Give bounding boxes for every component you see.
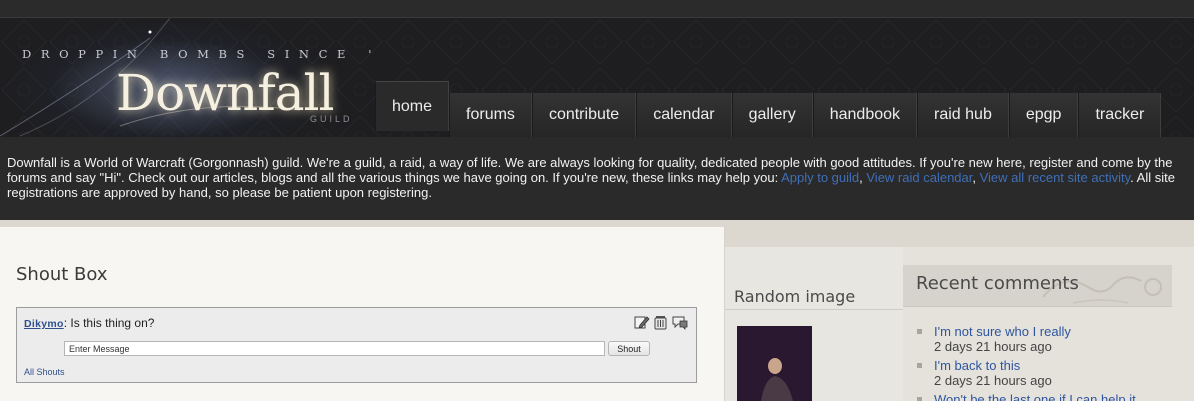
nav-tracker[interactable]: tracker (1078, 93, 1162, 137)
divider (725, 309, 903, 310)
page: DROPPIN BOMBS SINCE '04 Downfall GUILD h… (0, 0, 1194, 401)
apply-to-guild-link[interactable]: Apply to guild (781, 170, 859, 185)
edit-icon[interactable] (633, 314, 650, 330)
logo-tagline: DROPPIN BOMBS SINCE '04 (22, 47, 375, 61)
random-image-title: Random image (734, 287, 856, 306)
random-image-column: Random image (725, 247, 903, 401)
comment-date: 2 days 21 hours ago (934, 373, 1052, 388)
shoutbox-panel: Dikymo: Is this thing on? Shout All (16, 307, 697, 383)
site-logo[interactable]: DROPPIN BOMBS SINCE '04 Downfall GUILD (0, 18, 375, 137)
nav-handbook[interactable]: handbook (812, 93, 918, 137)
shout-author-link[interactable]: Dikymo (24, 318, 64, 330)
intro-text: Downfall is a World of Warcraft (Gorgonn… (0, 137, 1194, 220)
nav-calendar[interactable]: calendar (636, 93, 732, 137)
site-header: DROPPIN BOMBS SINCE '04 Downfall GUILD h… (0, 18, 1194, 137)
view-raid-calendar-link[interactable]: View raid calendar (866, 170, 972, 185)
shout-entry: Dikymo: Is this thing on? (24, 316, 154, 330)
delete-icon[interactable] (652, 314, 669, 330)
main-nav: home forums contribute calendar gallery … (375, 81, 1162, 137)
nav-gallery[interactable]: gallery (731, 93, 813, 137)
shout-button[interactable]: Shout (608, 341, 650, 356)
nav-epgp[interactable]: epgp (1008, 93, 1079, 137)
bullet (917, 329, 922, 334)
shoutbox-title: Shout Box (16, 264, 108, 285)
nav-home[interactable]: home (375, 81, 450, 131)
logo-wordmark: Downfall (116, 64, 334, 122)
comment-link[interactable]: Won't be the last one if I can help it (934, 392, 1136, 401)
intro-separator: , (972, 170, 980, 185)
shout-actions (633, 314, 688, 330)
nav-raid-hub[interactable]: raid hub (917, 93, 1009, 137)
recent-comments-column: Recent comments I'm not sure who I reall… (903, 247, 1194, 401)
logo-guild-tag: GUILD (310, 114, 353, 124)
nav-forums[interactable]: forums (449, 93, 532, 137)
random-image-photo[interactable] (737, 326, 812, 401)
comment-date: 2 days 21 hours ago (934, 339, 1052, 354)
comment-link[interactable]: I'm back to this (934, 358, 1020, 373)
bullet (917, 363, 922, 368)
photo-figure (737, 326, 812, 401)
browser-top-strip (0, 0, 1194, 18)
shout-message-input[interactable] (64, 341, 605, 356)
shout-message: : Is this thing on? (63, 316, 155, 330)
reply-icon[interactable] (671, 314, 688, 330)
bullet (917, 397, 922, 401)
main-content: Shout Box Dikymo: Is this thing on? Ente… (0, 220, 1194, 401)
recent-comments-title: Recent comments (916, 273, 1079, 294)
view-recent-activity-link[interactable]: View all recent site activity (980, 170, 1131, 185)
comment-link[interactable]: I'm not sure who I really (934, 324, 1071, 339)
nav-contribute[interactable]: contribute (531, 93, 637, 137)
all-shouts-link[interactable]: All Shouts (24, 367, 65, 377)
